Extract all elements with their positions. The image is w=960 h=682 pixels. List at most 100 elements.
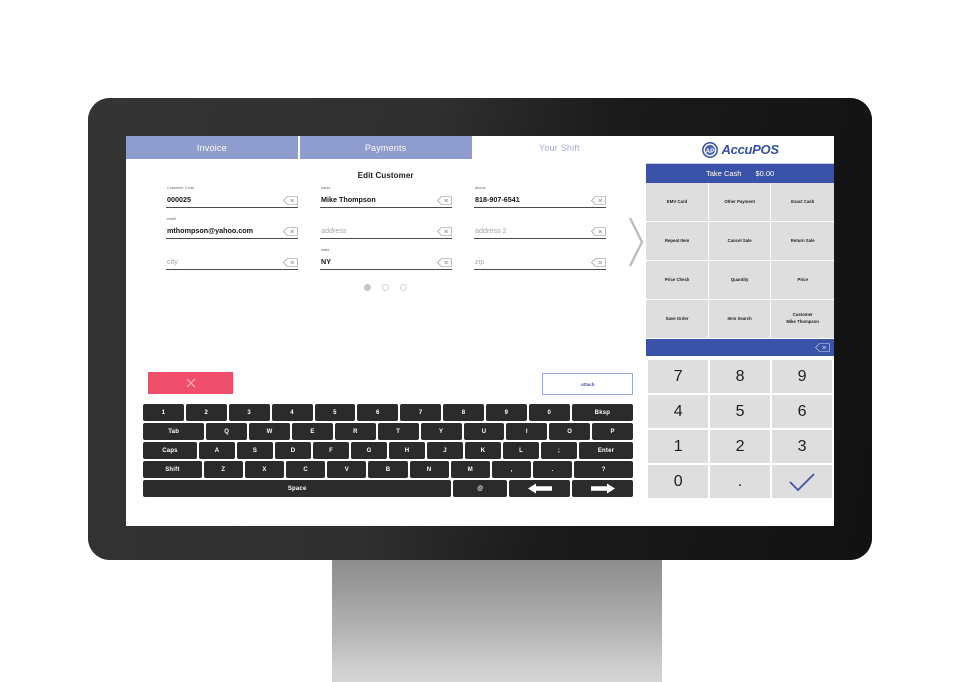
key-6[interactable]: 6 bbox=[357, 404, 399, 421]
fn-button-quantity[interactable]: Quantity bbox=[708, 261, 772, 300]
key-i[interactable]: I bbox=[506, 423, 548, 440]
key-p[interactable]: P bbox=[592, 423, 634, 440]
numpad-key-enter[interactable] bbox=[772, 465, 832, 498]
backspace-clear-icon[interactable] bbox=[591, 258, 606, 267]
fn-button-save-order[interactable]: Save Order bbox=[646, 300, 709, 339]
key-j[interactable]: J bbox=[427, 442, 463, 459]
key-c[interactable]: C bbox=[286, 461, 326, 478]
key-backspace[interactable]: Bksp bbox=[571, 404, 634, 421]
pagination-dot-2[interactable] bbox=[382, 284, 390, 291]
numpad-key-2[interactable]: 2 bbox=[710, 430, 771, 463]
key-0[interactable]: 0 bbox=[528, 404, 570, 421]
key-enter[interactable]: Enter bbox=[579, 442, 633, 459]
numpad-key-9[interactable]: 9 bbox=[772, 360, 832, 393]
key-question[interactable]: ? bbox=[574, 461, 634, 478]
fn-button-customer[interactable]: Customer Mike Thompson bbox=[771, 300, 834, 339]
key-w[interactable]: W bbox=[249, 423, 291, 440]
field-address-2[interactable]: address 2 bbox=[474, 217, 606, 239]
numpad-key-7[interactable]: 7 bbox=[648, 360, 709, 393]
key-period[interactable]: . bbox=[533, 461, 573, 478]
pagination-dot-1[interactable] bbox=[364, 284, 372, 291]
key-right-arrow[interactable] bbox=[572, 480, 634, 497]
key-comma[interactable]: , bbox=[491, 461, 532, 478]
field-name[interactable]: name Mike Thompson bbox=[320, 186, 452, 208]
key-caps[interactable]: Caps bbox=[143, 442, 197, 459]
key-9[interactable]: 9 bbox=[486, 404, 527, 421]
key-left-arrow[interactable] bbox=[509, 480, 571, 497]
key-tab[interactable]: Tab bbox=[143, 423, 205, 440]
backspace-clear-icon[interactable] bbox=[591, 196, 606, 205]
fn-button-return-sale[interactable]: Return Sale bbox=[771, 222, 834, 261]
key-d[interactable]: D bbox=[275, 442, 311, 459]
key-7[interactable]: 7 bbox=[400, 404, 442, 421]
field-phone[interactable]: phone 818-907-6541 bbox=[474, 186, 606, 208]
cancel-button[interactable] bbox=[148, 372, 233, 394]
key-5[interactable]: 5 bbox=[314, 404, 356, 421]
key-2[interactable]: 2 bbox=[185, 404, 227, 421]
numpad-key-3[interactable]: 3 bbox=[772, 430, 832, 463]
fn-button-price[interactable]: Price bbox=[771, 261, 834, 300]
backspace-clear-icon[interactable] bbox=[437, 227, 452, 236]
field-city[interactable]: city bbox=[166, 248, 298, 270]
field-state[interactable]: state NY bbox=[320, 248, 452, 270]
key-h[interactable]: H bbox=[389, 442, 425, 459]
fn-button-repeat-item[interactable]: Repeat Item bbox=[646, 222, 709, 261]
key-r[interactable]: R bbox=[334, 423, 376, 440]
key-t[interactable]: T bbox=[377, 423, 419, 440]
key-semicolon[interactable]: ; bbox=[541, 442, 577, 459]
key-e[interactable]: E bbox=[292, 423, 333, 440]
tab-invoice[interactable]: Invoice bbox=[126, 136, 300, 159]
key-k[interactable]: K bbox=[465, 442, 501, 459]
key-space[interactable]: Space bbox=[143, 480, 452, 497]
key-z[interactable]: Z bbox=[203, 461, 243, 478]
key-x[interactable]: X bbox=[244, 461, 285, 478]
field-customer-code[interactable]: Customer Code 000025 bbox=[166, 186, 298, 208]
key-b[interactable]: B bbox=[368, 461, 408, 478]
key-s[interactable]: S bbox=[237, 442, 273, 459]
backspace-clear-icon[interactable] bbox=[283, 258, 298, 267]
key-g[interactable]: G bbox=[351, 442, 387, 459]
backspace-clear-icon[interactable] bbox=[437, 196, 452, 205]
key-o[interactable]: O bbox=[549, 423, 591, 440]
take-cash-bar[interactable]: Take Cash $0.00 bbox=[646, 164, 834, 183]
key-f[interactable]: F bbox=[313, 442, 349, 459]
numpad-key-decimal[interactable]: . bbox=[710, 465, 771, 498]
backspace-clear-icon[interactable] bbox=[437, 258, 452, 267]
backspace-clear-icon[interactable] bbox=[815, 343, 830, 352]
field-address[interactable]: address bbox=[320, 217, 452, 239]
tab-your-shift[interactable]: Your Shift bbox=[473, 136, 646, 159]
key-a[interactable]: A bbox=[199, 442, 235, 459]
numeric-entry-display[interactable] bbox=[646, 339, 834, 358]
backspace-clear-icon[interactable] bbox=[591, 227, 606, 236]
key-q[interactable]: Q bbox=[206, 423, 248, 440]
key-3[interactable]: 3 bbox=[228, 404, 270, 421]
fn-button-cancel-sale[interactable]: Cancel Sale bbox=[708, 222, 772, 261]
key-v[interactable]: V bbox=[327, 461, 367, 478]
key-8[interactable]: 8 bbox=[443, 404, 484, 421]
chevron-right-icon[interactable] bbox=[625, 214, 647, 270]
fn-button-price-check[interactable]: Price Check bbox=[646, 261, 709, 300]
key-n[interactable]: N bbox=[409, 461, 449, 478]
key-1[interactable]: 1 bbox=[143, 404, 184, 421]
backspace-clear-icon[interactable] bbox=[283, 227, 298, 236]
numpad-key-4[interactable]: 4 bbox=[648, 395, 709, 428]
fn-button-emv-card[interactable]: EMV Card bbox=[646, 183, 709, 222]
key-at[interactable]: @ bbox=[453, 480, 508, 497]
key-u[interactable]: U bbox=[463, 423, 505, 440]
key-4[interactable]: 4 bbox=[271, 404, 313, 421]
key-l[interactable]: L bbox=[503, 442, 539, 459]
key-m[interactable]: M bbox=[450, 461, 490, 478]
numpad-key-1[interactable]: 1 bbox=[648, 430, 709, 463]
tab-payments[interactable]: Payments bbox=[299, 136, 474, 159]
key-y[interactable]: Y bbox=[420, 423, 462, 440]
numpad-key-8[interactable]: 8 bbox=[710, 360, 771, 393]
pagination-dot-3[interactable] bbox=[400, 284, 408, 291]
numpad-key-6[interactable]: 6 bbox=[772, 395, 832, 428]
key-shift[interactable]: Shift bbox=[143, 461, 202, 478]
field-email[interactable]: email mthompson@yahoo.com bbox=[166, 217, 298, 239]
fn-button-other-payment[interactable]: Other Payment bbox=[708, 183, 772, 222]
numpad-key-5[interactable]: 5 bbox=[710, 395, 771, 428]
attach-button[interactable]: attach bbox=[542, 373, 634, 395]
field-zip[interactable]: zip bbox=[474, 248, 606, 270]
backspace-clear-icon[interactable] bbox=[283, 196, 298, 205]
